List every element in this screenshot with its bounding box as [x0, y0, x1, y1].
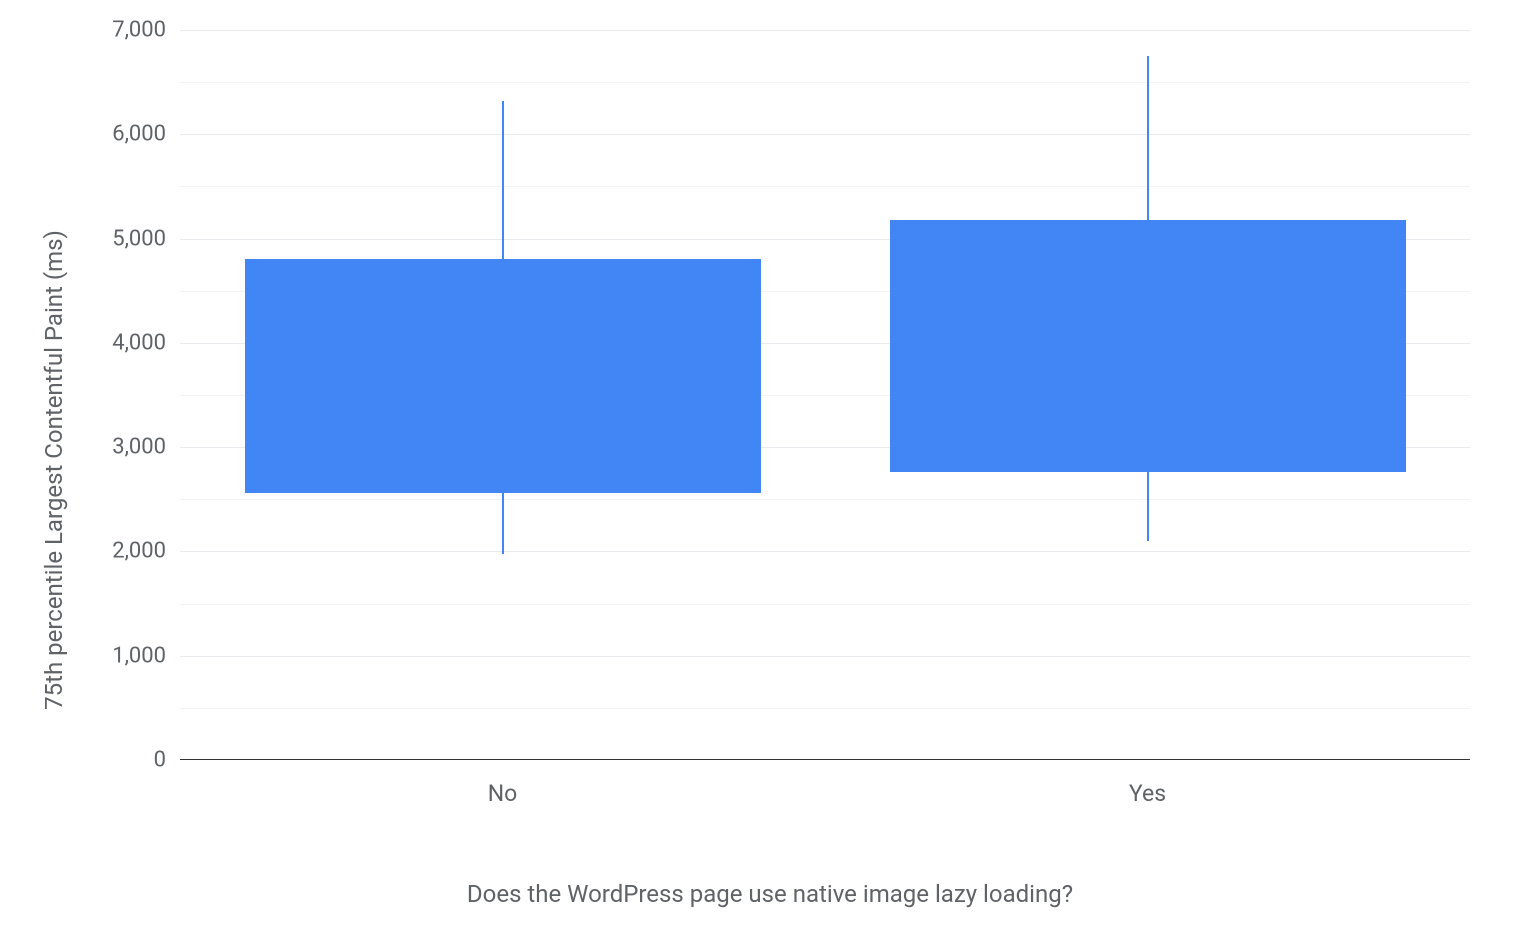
- gridline-minor: [180, 82, 1470, 83]
- whisker-lower: [502, 493, 504, 553]
- x-tick-label: No: [488, 780, 518, 807]
- plot-area: 01,0002,0003,0004,0005,0006,0007,000NoYe…: [180, 30, 1470, 760]
- y-tick-label: 5,000: [112, 226, 166, 251]
- gridline-minor: [180, 186, 1470, 187]
- x-axis-label: Does the WordPress page use native image…: [0, 880, 1540, 908]
- chart-container: 75th percentile Largest Contentful Paint…: [0, 0, 1540, 940]
- gridline-minor: [180, 604, 1470, 605]
- gridline: [180, 134, 1470, 135]
- gridline-minor: [180, 499, 1470, 500]
- whisker-upper: [1147, 56, 1149, 220]
- y-tick-label: 4,000: [112, 330, 166, 355]
- y-tick-label: 6,000: [112, 122, 166, 147]
- box: [890, 220, 1406, 472]
- x-tick-label: Yes: [1129, 780, 1166, 807]
- y-tick-label: 2,000: [112, 539, 166, 564]
- gridline: [180, 30, 1470, 31]
- gridline: [180, 551, 1470, 552]
- whisker-lower: [1147, 472, 1149, 541]
- x-axis-line: [180, 759, 1470, 760]
- gridline-minor: [180, 708, 1470, 709]
- y-axis-label: 75th percentile Largest Contentful Paint…: [40, 170, 68, 770]
- box: [245, 259, 761, 493]
- gridline: [180, 656, 1470, 657]
- y-tick-label: 7,000: [112, 18, 166, 43]
- y-tick-label: 0: [154, 748, 166, 773]
- y-tick-label: 3,000: [112, 435, 166, 460]
- whisker-upper: [502, 101, 504, 260]
- y-tick-label: 1,000: [112, 643, 166, 668]
